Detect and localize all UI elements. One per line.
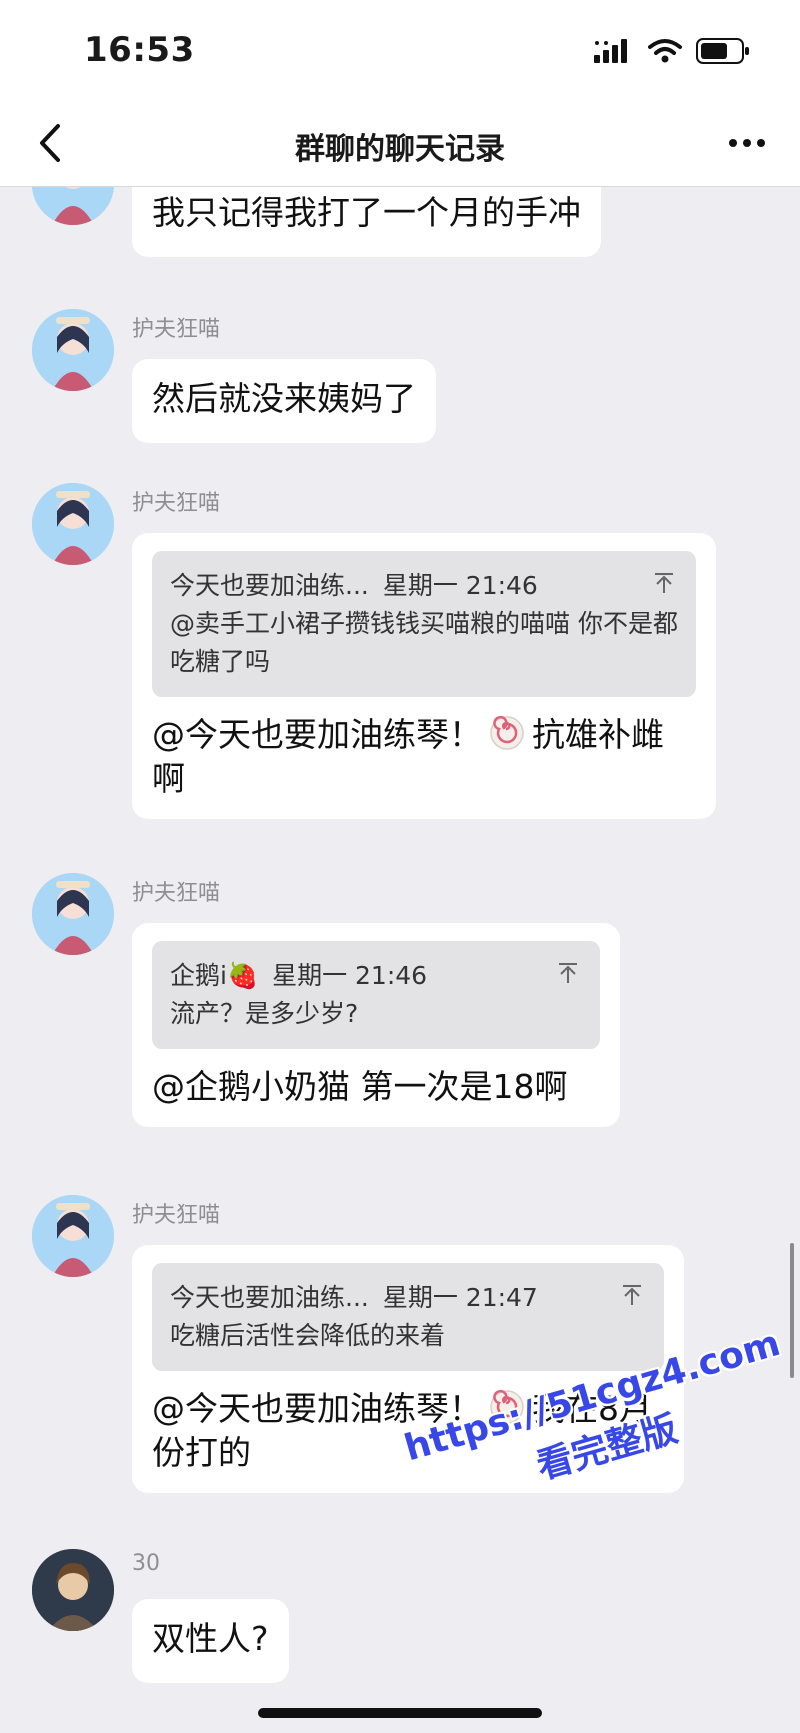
- avatar[interactable]: [32, 1195, 114, 1277]
- quote-author: 今天也要加油练...: [170, 1283, 369, 1312]
- quoted-message[interactable]: 企鹅i🍓 星期一 21:46 流产？是多少岁?: [152, 941, 600, 1049]
- sender-name: 护夫狂喵: [132, 1203, 221, 1228]
- status-bar: 16:53: [0, 0, 800, 100]
- sender-name: 护夫狂喵: [132, 317, 221, 342]
- quote-time: 星期一 21:47: [382, 1283, 538, 1312]
- status-time: 16:53: [84, 30, 195, 70]
- sender-name: 护夫狂喵: [132, 881, 221, 906]
- quoted-message[interactable]: 今天也要加油练... 星期一 21:46 @卖手工小裙子攒钱钱买喵粮的喵喵 你不…: [152, 551, 696, 697]
- wifi-icon: [648, 39, 682, 63]
- status-icons: [594, 38, 750, 64]
- quote-header: 今天也要加油练... 星期一 21:47: [170, 1279, 646, 1317]
- avatar[interactable]: [32, 483, 114, 565]
- avatar[interactable]: [32, 309, 114, 391]
- quote-header: 企鹅i🍓 星期一 21:46: [170, 957, 582, 995]
- cellular-signal-icon: [594, 39, 627, 63]
- pin-to-top-icon[interactable]: [556, 961, 580, 985]
- quoted-message[interactable]: 今天也要加油练... 星期一 21:47 吃糖后活性会降低的来着: [152, 1263, 664, 1371]
- message-bubble[interactable]: 今天也要加油练... 星期一 21:46 @卖手工小裙子攒钱钱买喵粮的喵喵 你不…: [132, 533, 716, 819]
- avatar[interactable]: [32, 873, 114, 955]
- quote-time: 星期一 21:46: [382, 571, 538, 600]
- message-bubble[interactable]: 然后就没来姨妈了: [132, 359, 436, 443]
- quote-text: 吃糖后活性会降低的来着: [170, 1321, 446, 1350]
- pin-to-top-icon[interactable]: [620, 1283, 644, 1307]
- message-text: 我只记得我打了一个月的手冲: [152, 193, 581, 232]
- quote-text: @卖手工小裙子攒钱钱买喵粮的喵喵 你不是都吃糖了吗: [170, 609, 678, 676]
- mention-text: @今天也要加油练琴！: [152, 715, 482, 754]
- battery-icon: [696, 38, 749, 64]
- nav-bar: 群聊的聊天记录: [0, 100, 800, 187]
- message-text: 然后就没来姨妈了: [152, 379, 416, 418]
- message-text: 双性人?: [152, 1619, 269, 1658]
- candy-emoji-icon: [490, 715, 524, 750]
- sender-name: 30: [132, 1551, 160, 1576]
- pin-to-top-icon[interactable]: [652, 571, 676, 595]
- message-bubble[interactable]: 我只记得我打了一个月的手冲: [132, 187, 601, 257]
- quote-author: 今天也要加油练...: [170, 571, 369, 600]
- quote-header: 今天也要加油练... 星期一 21:46: [170, 567, 678, 605]
- message-text: @今天也要加油练琴！ 抗雄补雌啊: [152, 713, 696, 801]
- quote-text: 流产？是多少岁?: [170, 999, 359, 1028]
- message-text: @企鹅小奶猫 第一次是18啊: [152, 1067, 568, 1106]
- sender-name: 护夫狂喵: [132, 491, 221, 516]
- home-indicator[interactable]: [258, 1708, 542, 1718]
- avatar[interactable]: [32, 1549, 114, 1631]
- page-title: 群聊的聊天记录: [295, 132, 505, 167]
- chat-history-list[interactable]: 我只记得我打了一个月的手冲 护夫狂喵 然后就没来姨妈了 护夫狂喵 今天也要加油练…: [0, 187, 800, 1733]
- more-dots-icon[interactable]: [722, 120, 772, 166]
- quote-time: 星期一 21:46: [272, 961, 428, 990]
- quote-author: 企鹅i🍓: [170, 961, 259, 990]
- message-bubble[interactable]: 企鹅i🍓 星期一 21:46 流产？是多少岁? @企鹅小奶猫 第一次是18啊: [132, 923, 620, 1127]
- scrollbar[interactable]: [790, 1243, 794, 1378]
- message-bubble[interactable]: 双性人?: [132, 1599, 289, 1683]
- avatar[interactable]: [32, 187, 114, 225]
